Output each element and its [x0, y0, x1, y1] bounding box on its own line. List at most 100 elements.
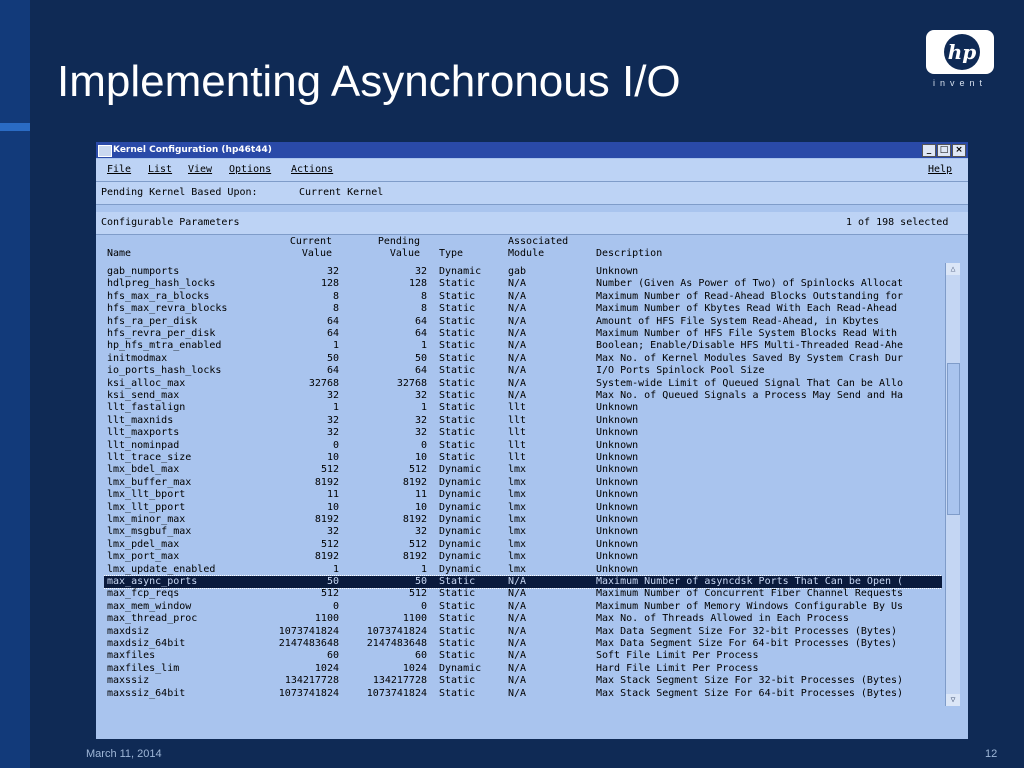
table-row[interactable]: initmodmax 50 50 Static N/A Max No. of Kernel…: [104, 353, 942, 365]
pending-value: 8: [420, 303, 427, 315]
param-description: Unknown: [596, 538, 639, 550]
minimize-button[interactable]: _: [922, 144, 936, 157]
column-header-current[interactable]: Current: [256, 236, 332, 247]
current-value: 1024: [314, 662, 339, 674]
footer-date: March 11, 2014: [86, 748, 162, 760]
current-value: 1: [332, 563, 339, 575]
column-header-module[interactable]: Associated: [508, 236, 568, 247]
pending-value: 32768: [396, 377, 427, 389]
param-module: llt: [508, 402, 527, 414]
table-row[interactable]: lmx_update_enabled 1 1 Dynamic lmx Unknown: [104, 564, 942, 576]
table-row[interactable]: ksi_send_max 32 32 Static N/A Max No. of Queu…: [104, 390, 942, 402]
table-row[interactable]: lmx_bdel_max 512 512 Dynamic lmx Unknown: [104, 464, 942, 476]
table-row[interactable]: hfs_max_revra_blocks 8 8 Static N/A Maximum N…: [104, 303, 942, 315]
current-value: 64: [326, 328, 339, 339]
current-value: 2147483648: [278, 638, 339, 649]
column-header-type[interactable]: Type: [439, 248, 463, 259]
table-row[interactable]: max_thread_proc 1100 1100 Static N/A Max No. …: [104, 613, 942, 625]
table-row[interactable]: maxdsiz_64bit 2147483648 2147483648 Static N…: [104, 638, 942, 650]
table-row[interactable]: hdlpreg_hash_locks 128 128 Static N/A Number …: [104, 278, 942, 290]
table-row[interactable]: llt_maxnids 32 32 Static llt Unknown: [104, 415, 942, 427]
param-module: N/A: [508, 675, 527, 687]
table-row[interactable]: hfs_ra_per_disk 64 64 Static N/A Amount of HF…: [104, 316, 942, 328]
menu-help[interactable]: Help: [928, 164, 952, 175]
current-value: 1073741824: [278, 687, 339, 699]
table-row[interactable]: lmx_buffer_max 8192 8192 Dynamic lmx Unknown: [104, 477, 942, 489]
table-row[interactable]: maxdsiz 1073741824 1073741824 Static N/A Max …: [104, 626, 942, 638]
param-description: Unknown: [596, 266, 639, 277]
table-row[interactable]: maxssiz 134217728 134217728 Static N/A Max St…: [104, 675, 942, 687]
param-module: N/A: [508, 365, 527, 377]
window-titlebar[interactable]: Kernel Configuration (hp46t44) _ □ ×: [96, 142, 968, 158]
table-row[interactable]: lmx_port_max 8192 8192 Dynamic lmx Unknown: [104, 551, 942, 563]
table-row-selected[interactable]: max_async_ports 50 50 Static N/A Maximum Numb…: [104, 575, 942, 589]
param-type: Dynamic: [439, 476, 482, 488]
param-description: Unknown: [596, 563, 639, 575]
vertical-scrollbar[interactable]: △ ▽: [945, 263, 960, 706]
pending-value: 64: [414, 315, 427, 327]
table-row[interactable]: max_fcp_reqs 512 512 Static N/A Maximum Numbe…: [104, 588, 942, 600]
table-row[interactable]: lmx_msgbuf_max 32 32 Dynamic lmx Unknown: [104, 526, 942, 538]
section-label: Configurable Parameters: [101, 217, 240, 228]
table-row[interactable]: hfs_max_ra_blocks 8 8 Static N/A Maximum Numb…: [104, 291, 942, 303]
menu-view[interactable]: View: [188, 164, 212, 175]
param-type: Static: [439, 439, 476, 451]
menu-list[interactable]: List: [148, 164, 172, 175]
pending-value: 32: [414, 427, 427, 439]
menu-options[interactable]: Options: [229, 164, 271, 175]
param-description: Unknown: [596, 464, 639, 476]
param-description: Unknown: [596, 402, 639, 414]
table-row[interactable]: llt_nominpad 0 0 Static llt Unknown: [104, 440, 942, 452]
table-row[interactable]: maxfiles_lim 1024 1024 Dynamic N/A Hard File …: [104, 663, 942, 675]
table-row[interactable]: llt_trace_size 10 10 Static llt Unknown: [104, 452, 942, 464]
pending-value: 32: [414, 414, 427, 426]
column-header-description[interactable]: Description: [596, 248, 662, 259]
table-row[interactable]: lmx_minor_max 8192 8192 Dynamic lmx Unknown: [104, 514, 942, 526]
current-value: 60: [326, 650, 339, 662]
table-row[interactable]: io_ports_hash_locks 64 64 Static N/A I/O Port…: [104, 365, 942, 377]
column-headers: Name Current Value Pending Value Type As…: [96, 233, 968, 261]
column-header-pending-value[interactable]: Value: [344, 248, 420, 259]
current-value: 512: [320, 588, 339, 600]
table-row[interactable]: hp_hfs_mtra_enabled 1 1 Static N/A Boolean; E…: [104, 340, 942, 352]
pending-value: 1: [420, 563, 427, 575]
app-icon[interactable]: [98, 145, 112, 157]
parameter-list[interactable]: gab_numports 32 32 Dynamic gab Unknown hdlpreg…: [104, 263, 942, 706]
column-header-name[interactable]: Name: [107, 248, 131, 259]
param-type: Static: [439, 613, 476, 625]
current-value: 8: [332, 303, 339, 315]
column-header-pending[interactable]: Pending: [344, 236, 420, 247]
table-row[interactable]: lmx_llt_pport 10 10 Dynamic lmx Unknown: [104, 502, 942, 514]
current-value: 8: [332, 290, 339, 302]
hp-logo-mark: hp: [944, 34, 980, 70]
current-value: 10: [326, 452, 339, 463]
table-row[interactable]: maxfiles 60 60 Static N/A Soft File Limit Per…: [104, 650, 942, 662]
table-row[interactable]: ksi_alloc_max 32768 32768 Static N/A System-w…: [104, 378, 942, 390]
table-row[interactable]: hfs_revra_per_disk 64 64 Static N/A Maximum N…: [104, 328, 942, 340]
table-row[interactable]: lmx_pdel_max 512 512 Dynamic lmx Unknown: [104, 539, 942, 551]
menu-actions[interactable]: Actions: [291, 164, 333, 175]
table-row[interactable]: llt_maxports 32 32 Static llt Unknown: [104, 427, 942, 439]
table-row[interactable]: lmx_llt_bport 11 11 Dynamic lmx Unknown: [104, 489, 942, 501]
scroll-up-icon[interactable]: △: [946, 263, 960, 275]
param-type: Static: [439, 638, 476, 649]
param-module: N/A: [508, 390, 527, 401]
close-button[interactable]: ×: [952, 144, 966, 157]
param-type: Static: [439, 340, 476, 352]
table-row[interactable]: max_mem_window 0 0 Static N/A Maximum Number …: [104, 601, 942, 613]
column-header-current-value[interactable]: Value: [256, 248, 332, 259]
current-value: 32: [326, 266, 339, 277]
maximize-button[interactable]: □: [937, 144, 951, 157]
table-row[interactable]: gab_numports 32 32 Dynamic gab Unknown: [104, 266, 942, 278]
param-module: lmx: [508, 514, 527, 525]
scroll-thumb[interactable]: [947, 363, 960, 515]
table-row[interactable]: maxssiz_64bit 1073741824 1073741824 Static N…: [104, 688, 942, 700]
current-value: 0: [332, 600, 339, 612]
param-description: I/O Ports Spinlock Pool Size: [596, 365, 765, 377]
menu-file[interactable]: File: [107, 164, 131, 175]
pending-value: 1073741824: [366, 687, 427, 699]
param-module: N/A: [508, 613, 527, 625]
column-header-module-2[interactable]: Module: [508, 248, 544, 259]
table-row[interactable]: llt_fastalign 1 1 Static llt Unknown: [104, 402, 942, 414]
scroll-down-icon[interactable]: ▽: [946, 694, 960, 706]
